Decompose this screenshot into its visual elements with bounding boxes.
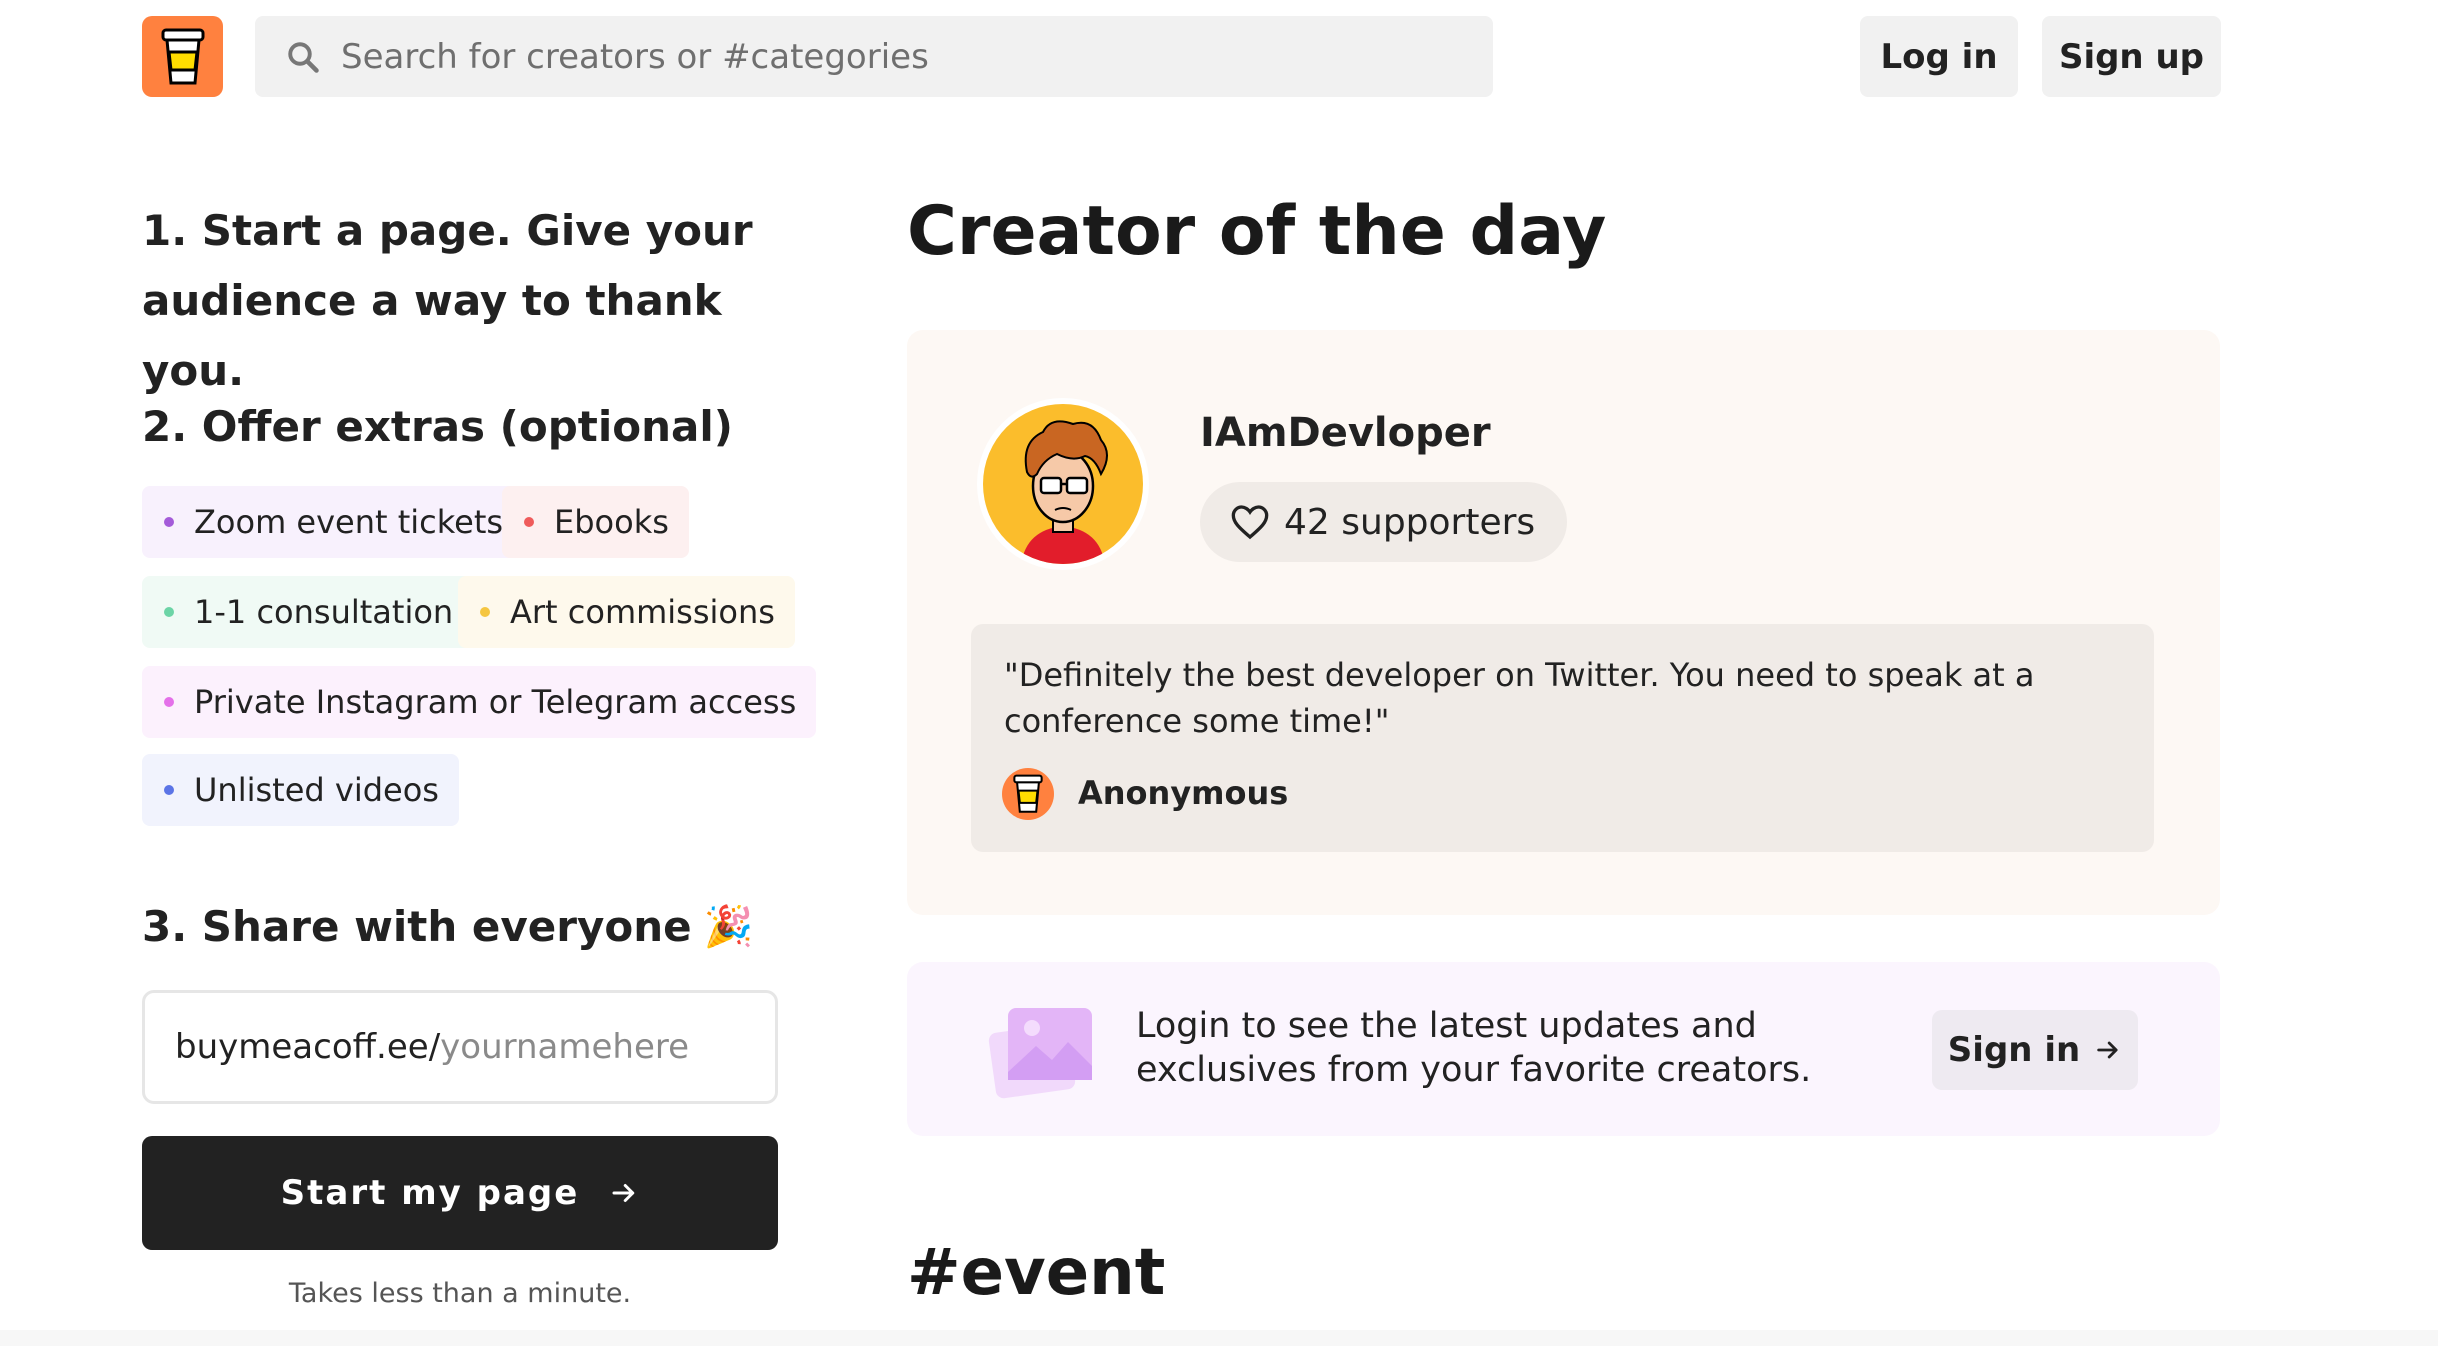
extra-chip-label: Art commissions [510, 593, 775, 631]
sign-in-button[interactable]: Sign in [1932, 1010, 2138, 1090]
supporter-quote: "Definitely the best developer on Twitte… [1004, 656, 2035, 740]
image-gallery-icon [986, 1000, 1096, 1104]
arrow-right-icon [2094, 1036, 2122, 1064]
quote-author: Anonymous [1078, 774, 1289, 812]
page-bottom-strip [0, 1330, 2438, 1346]
step-3-heading: 3. Share with everyone 🎉 [142, 892, 753, 962]
extra-chip-art-commissions: Art commissions [458, 576, 795, 648]
extra-chip-label: Ebooks [554, 503, 669, 541]
extra-chip-label: Unlisted videos [194, 771, 439, 809]
coffee-cup-icon [1002, 768, 1054, 820]
login-button[interactable]: Log in [1860, 16, 2018, 97]
bullet-dot [164, 785, 174, 795]
search-icon [288, 41, 319, 73]
sign-in-label: Sign in [1947, 1030, 2081, 1070]
search-input[interactable] [339, 35, 1443, 78]
creator-avatar[interactable] [977, 398, 1149, 570]
creator-of-day-title: Creator of the day [907, 192, 1607, 271]
extra-chip-label: Private Instagram or Telegram access [194, 683, 797, 721]
extra-chip-private-access: Private Instagram or Telegram access [142, 666, 817, 738]
login-prompt-text: Login to see the latest updates and excl… [1136, 1006, 1812, 1090]
start-my-page-button[interactable]: Start my page [142, 1136, 778, 1250]
page-url-field[interactable]: buymeacoff.ee/yournamehere [142, 990, 778, 1104]
step-1-heading: 1. Start a page. Give your audience a wa… [142, 206, 753, 395]
extra-chip-consultation: 1-1 consultation [142, 576, 474, 648]
logo[interactable] [142, 16, 223, 97]
step-2-heading: 2. Offer extras (optional) [142, 402, 733, 451]
step-3-label: 3. Share with everyone [142, 902, 692, 951]
bullet-dot [524, 517, 534, 527]
extra-chip-unlisted-videos: Unlisted videos [142, 754, 459, 826]
extra-chip-label: Zoom event tickets [194, 503, 504, 541]
heart-icon [1230, 503, 1270, 541]
url-placeholder[interactable]: yournamehere [440, 1027, 689, 1067]
extra-chip-ebooks: Ebooks [502, 486, 689, 558]
party-popper-icon: 🎉 [703, 904, 754, 950]
supporters-badge: 42 supporters [1200, 482, 1568, 562]
coffee-cup-icon [161, 28, 204, 84]
start-my-page-label: Start my page [280, 1173, 580, 1213]
extra-chip-label: 1-1 consultation [194, 593, 454, 631]
bullet-dot [164, 517, 174, 527]
creator-name[interactable]: IAmDevloper [1200, 410, 1491, 456]
supporters-count: 42 supporters [1284, 501, 1536, 543]
bullet-dot [164, 697, 174, 707]
search-bar[interactable] [255, 16, 1493, 97]
takes-less-note: Takes less than a minute. [288, 1278, 632, 1309]
extra-chip-zoom-tickets: Zoom event tickets [142, 486, 524, 558]
developer-avatar-icon [983, 404, 1143, 564]
bullet-dot [480, 607, 490, 617]
bullet-dot [164, 607, 174, 617]
arrow-right-icon [609, 1178, 639, 1208]
event-category-heading: #event [907, 1236, 1166, 1310]
signup-button[interactable]: Sign up [2042, 16, 2221, 97]
url-prefix: buymeacoff.ee/ [175, 1027, 441, 1067]
